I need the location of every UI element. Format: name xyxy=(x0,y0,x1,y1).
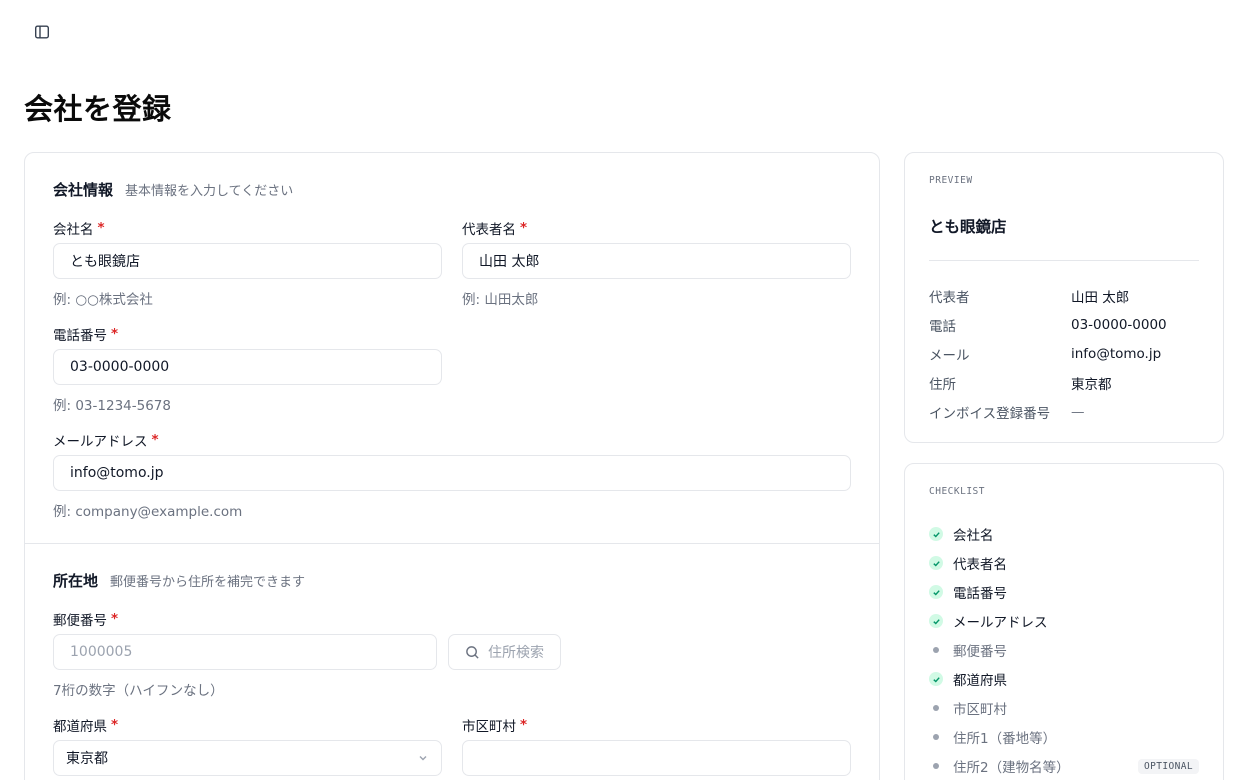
checklist-item-label: 市区町村 xyxy=(953,702,1007,718)
check-icon xyxy=(929,614,943,628)
city-label: 市区町村 xyxy=(462,719,516,735)
company-name-help: 例: ○○株式会社 xyxy=(53,292,153,308)
checklist-item-label: 住所1（番地等） xyxy=(953,731,1057,747)
address-section-title: 所在地 xyxy=(53,572,99,590)
company-name-input[interactable]: とも眼鏡店 xyxy=(53,243,442,279)
required-mark: * xyxy=(111,611,119,627)
checklist-label: CHECKLIST xyxy=(929,486,985,497)
checklist-item-label: 代表者名 xyxy=(953,557,1007,573)
preview-key: 住所 xyxy=(929,377,956,393)
company-section-desc: 基本情報を入力してください xyxy=(125,184,294,199)
checklist-item-label: 都道府県 xyxy=(953,673,1007,689)
checklist-item-label: 電話番号 xyxy=(953,586,1007,602)
preview-key: 代表者 xyxy=(929,290,970,306)
address-search-label: 住所検索 xyxy=(488,645,544,661)
required-mark: * xyxy=(111,326,119,342)
required-mark: * xyxy=(111,717,119,733)
city-field: 市区町村 * xyxy=(462,716,851,776)
checklist-item: 市区町村 xyxy=(929,699,1199,718)
preview-company-name: とも眼鏡店 xyxy=(929,218,1007,236)
email-help: 例: company@example.com xyxy=(53,504,243,520)
checklist-item: 住所1（番地等） xyxy=(929,728,1199,747)
preview-divider xyxy=(929,260,1199,261)
checklist-item: メールアドレス xyxy=(929,612,1199,631)
address-section-header: 所在地 郵便番号から住所を補完できます xyxy=(53,570,305,591)
required-mark: * xyxy=(520,717,528,733)
check-icon xyxy=(929,672,943,686)
representative-help: 例: 山田太郎 xyxy=(462,292,539,308)
preview-key: インボイス登録番号 xyxy=(929,406,1051,422)
checklist-item: 郵便番号 xyxy=(929,641,1199,660)
checklist-item-label: メールアドレス xyxy=(953,615,1048,631)
sidebar-toggle-icon xyxy=(35,25,50,39)
representative-field: 代表者名 * 山田 太郎 例: 山田太郎 xyxy=(462,219,851,308)
checklist-item: 代表者名 xyxy=(929,554,1199,573)
required-mark: * xyxy=(97,220,105,236)
checklist-item-label: 会社名 xyxy=(953,528,994,544)
prefecture-select[interactable]: 東京都 xyxy=(53,740,442,776)
company-name-label: 会社名 xyxy=(53,222,94,238)
preview-key: 電話 xyxy=(929,319,956,335)
section-divider xyxy=(25,543,879,544)
address-section-desc: 郵便番号から住所を補完できます xyxy=(110,575,306,590)
page-title: 会社を登録 xyxy=(24,92,172,126)
email-field: メールアドレス * info@tomo.jp 例: company@exampl… xyxy=(53,431,851,520)
email-input[interactable]: info@tomo.jp xyxy=(53,455,851,491)
preview-row: インボイス登録番号 — xyxy=(929,403,1199,422)
check-icon xyxy=(929,585,943,599)
required-mark: * xyxy=(520,220,528,236)
preview-value: — xyxy=(1071,404,1085,420)
phone-input[interactable]: 03-0000-0000 xyxy=(53,349,442,385)
preview-value: 山田 太郎 xyxy=(1071,290,1130,306)
phone-label: 電話番号 xyxy=(53,328,107,344)
checklist-item-label: 住所2（建物名等） xyxy=(953,760,1070,776)
postal-label: 郵便番号 xyxy=(53,613,107,629)
preview-value: info@tomo.jp xyxy=(1071,346,1162,362)
preview-row: 電話 03-0000-0000 xyxy=(929,316,1199,335)
phone-field: 電話番号 * 03-0000-0000 例: 03-1234-5678 xyxy=(53,325,442,414)
optional-badge: OPTIONAL xyxy=(1138,758,1199,774)
dot-icon xyxy=(929,643,943,657)
postal-help: 7桁の数字（ハイフンなし） xyxy=(53,683,224,699)
checklist-card: CHECKLIST 会社名 代表者名 電話番号 メールアドレス 郵便番号 都道府… xyxy=(904,463,1224,780)
check-icon xyxy=(929,527,943,541)
preview-label: PREVIEW xyxy=(929,175,973,186)
checklist-item: 電話番号 xyxy=(929,583,1199,602)
chevron-down-icon xyxy=(419,756,427,761)
preview-key: メール xyxy=(929,348,970,364)
company-section-header: 会社情報 基本情報を入力してください xyxy=(53,179,293,200)
sidebar-toggle-button[interactable] xyxy=(32,22,52,42)
required-mark: * xyxy=(151,432,159,448)
email-label: メールアドレス xyxy=(53,434,148,450)
prefecture-value: 東京都 xyxy=(66,751,108,767)
check-icon xyxy=(929,556,943,570)
preview-row: メール info@tomo.jp xyxy=(929,345,1199,364)
dot-icon xyxy=(929,701,943,715)
dot-icon xyxy=(929,759,943,773)
company-section-title: 会社情報 xyxy=(53,181,114,199)
preview-row: 住所 東京都 xyxy=(929,374,1199,393)
representative-label: 代表者名 xyxy=(462,222,516,238)
checklist-item-label: 郵便番号 xyxy=(953,644,1007,660)
preview-row: 代表者 山田 太郎 xyxy=(929,287,1199,306)
prefecture-field: 都道府県 * 東京都 xyxy=(53,716,442,776)
checklist-item: 住所2（建物名等） OPTIONAL xyxy=(929,757,1199,776)
postal-input[interactable]: 1000005 xyxy=(53,634,437,670)
postal-field: 郵便番号 * 1000005 7桁の数字（ハイフンなし） xyxy=(53,610,437,699)
company-name-field: 会社名 * とも眼鏡店 例: ○○株式会社 xyxy=(53,219,442,308)
preview-value: 東京都 xyxy=(1071,377,1112,393)
representative-input[interactable]: 山田 太郎 xyxy=(462,243,851,279)
preview-value: 03-0000-0000 xyxy=(1071,317,1167,333)
search-icon xyxy=(466,645,479,659)
city-input[interactable] xyxy=(462,740,851,776)
prefecture-label: 都道府県 xyxy=(53,719,107,735)
preview-card: PREVIEW とも眼鏡店 代表者 山田 太郎 電話 03-0000-0000 … xyxy=(904,152,1224,443)
dot-icon xyxy=(929,730,943,744)
registration-form-card: 会社情報 基本情報を入力してください 会社名 * とも眼鏡店 例: ○○株式会社… xyxy=(24,152,880,780)
address-search-button[interactable]: 住所検索 xyxy=(448,634,561,670)
phone-help: 例: 03-1234-5678 xyxy=(53,398,171,414)
checklist-item: 都道府県 xyxy=(929,670,1199,689)
checklist-item: 会社名 xyxy=(929,525,1199,544)
